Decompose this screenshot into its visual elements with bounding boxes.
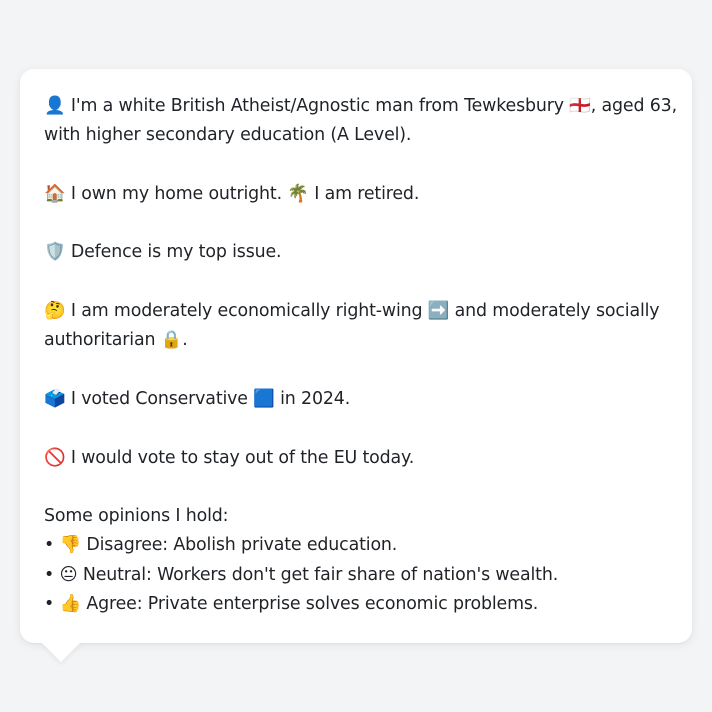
opinion-item: • 😐 Neutral: Workers don't get fair shar… xyxy=(44,564,559,585)
opinion-item: • 👍 Agree: Private enterprise solves eco… xyxy=(44,594,539,615)
persona-message-bubble: 👤 I'm a white British Atheist/Agnostic m… xyxy=(20,69,692,643)
ideology-line-2: authoritarian 🔒. xyxy=(44,330,188,351)
opinion-item: • 👎 Disagree: Abolish private education. xyxy=(44,535,398,556)
top-issue-line: 🛡️ Defence is my top issue. xyxy=(44,242,282,263)
eu-stance-line: 🚫 I would vote to stay out of the EU tod… xyxy=(44,447,415,468)
speech-bubble-tail xyxy=(41,642,81,662)
intro-line-1: 👤 I'm a white British Atheist/Agnostic m… xyxy=(44,96,677,116)
intro-line-2: with higher secondary education (A Level… xyxy=(44,125,412,146)
opinions-heading: Some opinions I hold: xyxy=(44,506,229,527)
ideology-line-1: 🤔 I am moderately economically right-win… xyxy=(44,301,660,322)
vote-history-line: 🗳️ I voted Conservative 🟦 in 2024. xyxy=(44,388,351,409)
home-status-line: 🏠 I own my home outright. 🌴 I am retired… xyxy=(44,183,420,204)
